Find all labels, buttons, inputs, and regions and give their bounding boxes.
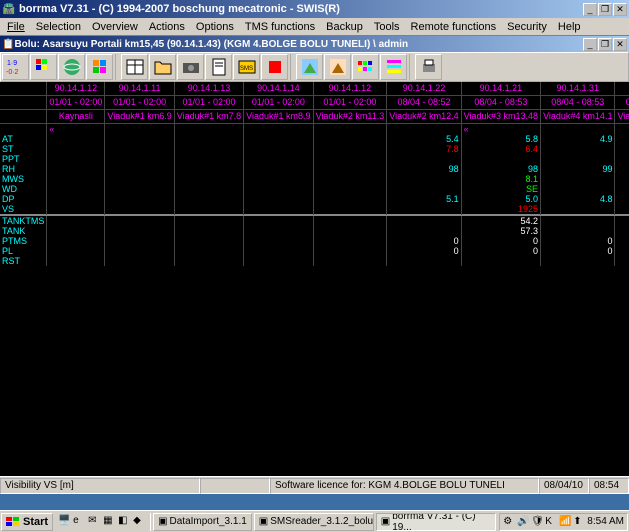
menu-help[interactable]: Help	[553, 20, 586, 34]
status-date: 08/04/10	[539, 478, 589, 494]
ql-app2-icon[interactable]: ◧	[118, 515, 132, 529]
tool-globe-icon[interactable]	[58, 54, 85, 80]
tray-icon-6[interactable]: ⬆	[573, 516, 585, 528]
status-visibility: Visibility VS [m]	[0, 478, 200, 494]
task-button[interactable]: ▣borrma V7.31 - (C) 19...	[376, 513, 496, 531]
toolbar: 1·9 -0·2 SMS	[0, 52, 629, 82]
status-bar: Visibility VS [m] Software licence for: …	[0, 476, 629, 494]
task-icon: ▣	[381, 516, 390, 527]
maximize-button[interactable]: ❐	[598, 3, 612, 16]
mdi-maximize-button[interactable]: ❐	[598, 38, 612, 51]
tool-camera-icon[interactable]	[177, 54, 204, 80]
app-icon: 🛣️	[2, 2, 16, 16]
tool-palette-icon[interactable]	[352, 54, 379, 80]
close-button[interactable]: ✕	[613, 3, 627, 16]
menu-tools[interactable]: Tools	[369, 20, 405, 34]
task-icon: ▣	[259, 516, 268, 527]
menu-tms[interactable]: TMS functions	[240, 20, 320, 34]
menu-remote[interactable]: Remote functions	[406, 20, 502, 34]
menu-selection[interactable]: Selection	[31, 20, 86, 34]
tool-print-icon[interactable]	[415, 54, 442, 80]
status-licence: Software licence for: KGM 4.BOLGE BOLU T…	[270, 478, 539, 494]
status-blank	[200, 478, 270, 494]
tool-folder-icon[interactable]	[149, 54, 176, 80]
svg-text:-0·2: -0·2	[6, 69, 19, 76]
menu-file[interactable]: File	[2, 20, 30, 34]
svg-text:SMS: SMS	[240, 66, 253, 72]
tray-icon-3[interactable]: 🛡	[531, 516, 543, 528]
data-grid[interactable]: 90.14.1.1290.14.1.1190.14.1.1390.14.1.14…	[0, 82, 629, 476]
tool-image2-icon[interactable]	[324, 54, 351, 80]
tool-image1-icon[interactable]	[296, 54, 323, 80]
ql-ie-icon[interactable]: e	[73, 515, 87, 529]
tool-bars-icon[interactable]	[380, 54, 407, 80]
task-icon: ▣	[158, 516, 167, 527]
tray-icon-4[interactable]: K	[545, 516, 557, 528]
ql-app1-icon[interactable]: ▦	[103, 515, 117, 529]
start-button[interactable]: Start	[1, 513, 53, 531]
menu-backup[interactable]: Backup	[321, 20, 368, 34]
tool-table-icon[interactable]	[121, 54, 148, 80]
menu-options[interactable]: Options	[191, 20, 239, 34]
tray-icon-1[interactable]: ⚙	[503, 516, 515, 528]
mdi-minimize-button[interactable]: _	[583, 38, 597, 51]
menu-bar: File Selection Overview Actions Options …	[0, 18, 629, 36]
task-button[interactable]: ▣SMSreader_3.1.2_bolu	[254, 513, 374, 531]
system-tray[interactable]: ⚙ 🔊 🛡 K 📶 ⬆ 8:54 AM	[499, 513, 628, 531]
tray-clock: 8:54 AM	[587, 516, 624, 527]
mdi-close-button[interactable]: ✕	[613, 38, 627, 51]
taskbar: Start 🖥️ e ✉ ▦ ◧ ◆ ▣DataImport_3.1.1▣SMS…	[0, 510, 629, 532]
task-button[interactable]: ▣DataImport_3.1.1	[153, 513, 252, 531]
minimize-button[interactable]: _	[583, 3, 597, 16]
status-time: 08:54	[589, 478, 629, 494]
menu-actions[interactable]: Actions	[144, 20, 190, 34]
ql-app3-icon[interactable]: ◆	[133, 515, 147, 529]
ql-outlook-icon[interactable]: ✉	[88, 515, 102, 529]
menu-security[interactable]: Security	[502, 20, 552, 34]
tray-icon-2[interactable]: 🔊	[517, 516, 529, 528]
tool-numeric-icon[interactable]: 1·9 -0·2	[2, 54, 29, 80]
tool-sms-icon[interactable]: SMS	[233, 54, 260, 80]
tool-document-icon[interactable]	[205, 54, 232, 80]
app-title: borrma V7.31 - (C) 1994-2007 boschung me…	[19, 3, 583, 15]
tool-stop-icon[interactable]	[261, 54, 288, 80]
menu-overview[interactable]: Overview	[87, 20, 143, 34]
tool-puzzle-icon[interactable]	[86, 54, 113, 80]
mdi-title: Bolu: Asarsuyu Portali km15,45 (90.14.1.…	[14, 39, 583, 50]
windows-logo-icon	[6, 517, 20, 527]
tray-icon-5[interactable]: 📶	[559, 516, 571, 528]
tool-grid-icon[interactable]	[30, 54, 57, 80]
app-titlebar: 🛣️ borrma V7.31 - (C) 1994-2007 boschung…	[0, 0, 629, 18]
svg-text:1·9: 1·9	[7, 60, 17, 67]
ql-desktop-icon[interactable]: 🖥️	[58, 515, 72, 529]
mdi-titlebar: 📋 Bolu: Asarsuyu Portali km15,45 (90.14.…	[0, 36, 629, 52]
mdi-icon: 📋	[2, 39, 14, 50]
quick-launch: 🖥️ e ✉ ▦ ◧ ◆	[55, 513, 151, 531]
